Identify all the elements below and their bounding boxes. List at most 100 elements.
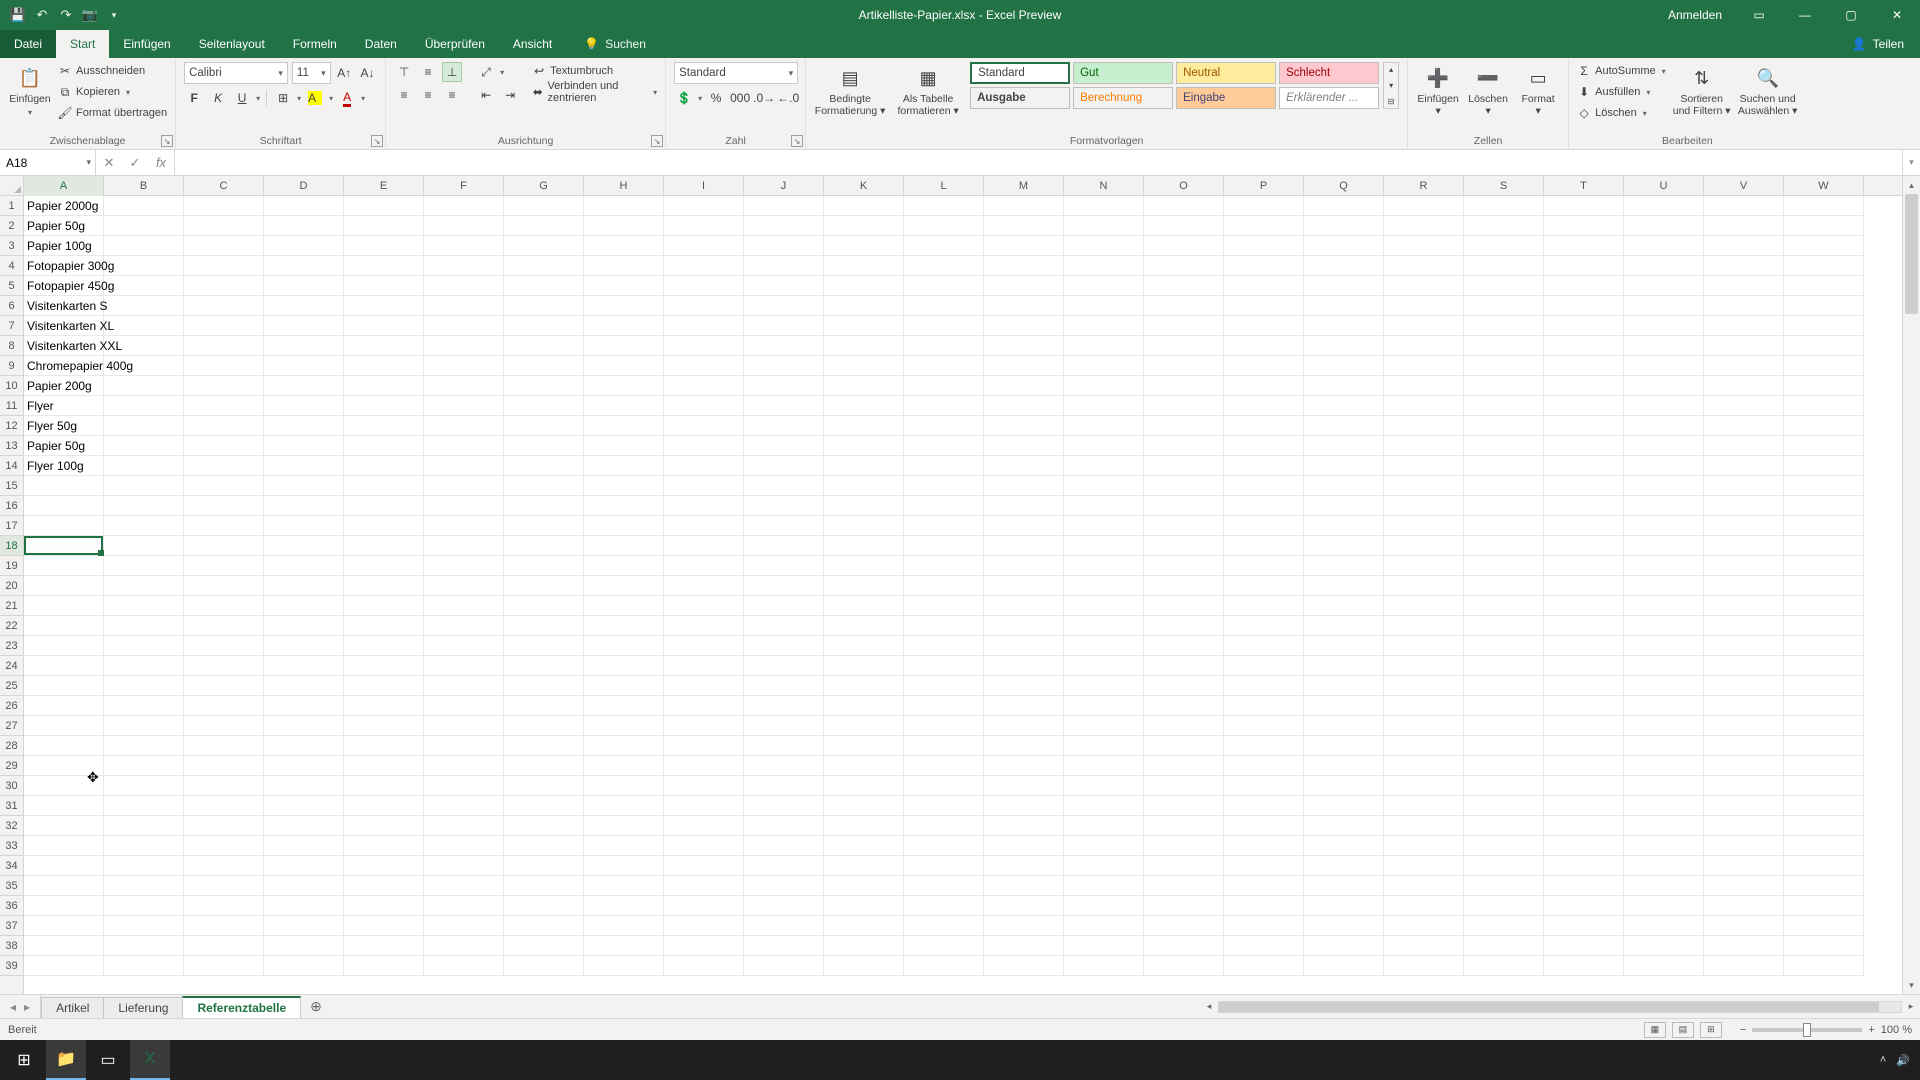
- format-cells-button[interactable]: ▭Format▾: [1516, 62, 1560, 117]
- cell[interactable]: [1384, 736, 1464, 756]
- cell[interactable]: [1144, 776, 1224, 796]
- cell[interactable]: [824, 696, 904, 716]
- cell[interactable]: [1464, 516, 1544, 536]
- cell[interactable]: [744, 616, 824, 636]
- cell[interactable]: [1624, 896, 1704, 916]
- cell[interactable]: [424, 676, 504, 696]
- cell[interactable]: [1704, 956, 1784, 976]
- cell[interactable]: [1304, 316, 1384, 336]
- cell[interactable]: [264, 696, 344, 716]
- column-header[interactable]: M: [984, 176, 1064, 196]
- cell[interactable]: [424, 836, 504, 856]
- cell[interactable]: [184, 736, 264, 756]
- wrap-text-button[interactable]: ↩Textumbruch: [532, 62, 657, 80]
- cell[interactable]: [1624, 336, 1704, 356]
- cell[interactable]: [984, 616, 1064, 636]
- cell[interactable]: [664, 816, 744, 836]
- qat-customize-icon[interactable]: ▾: [106, 7, 122, 23]
- cell[interactable]: [824, 376, 904, 396]
- cell[interactable]: [904, 496, 984, 516]
- cell[interactable]: [1464, 456, 1544, 476]
- cell[interactable]: [424, 376, 504, 396]
- cell[interactable]: [104, 716, 184, 736]
- cell[interactable]: [664, 396, 744, 416]
- cell[interactable]: [1144, 296, 1224, 316]
- cell[interactable]: [504, 276, 584, 296]
- cell[interactable]: [344, 516, 424, 536]
- cell[interactable]: [1224, 396, 1304, 416]
- row-header[interactable]: 17: [0, 516, 23, 536]
- cell[interactable]: [984, 316, 1064, 336]
- cell[interactable]: [664, 676, 744, 696]
- cell[interactable]: [1464, 256, 1544, 276]
- cell[interactable]: [344, 416, 424, 436]
- cell[interactable]: [264, 576, 344, 596]
- cell[interactable]: [984, 336, 1064, 356]
- cell[interactable]: [904, 396, 984, 416]
- row-header[interactable]: 27: [0, 716, 23, 736]
- row-header[interactable]: 28: [0, 736, 23, 756]
- cell[interactable]: [1144, 196, 1224, 216]
- cell[interactable]: [1064, 676, 1144, 696]
- cell[interactable]: [1304, 356, 1384, 376]
- cell[interactable]: [1064, 536, 1144, 556]
- cell[interactable]: [1624, 536, 1704, 556]
- cell[interactable]: [184, 376, 264, 396]
- cell[interactable]: [1304, 496, 1384, 516]
- cell[interactable]: [1704, 456, 1784, 476]
- cell[interactable]: [1624, 476, 1704, 496]
- tab-daten[interactable]: Daten: [351, 30, 411, 58]
- cell[interactable]: [584, 316, 664, 336]
- cell[interactable]: [984, 236, 1064, 256]
- cell[interactable]: [1384, 836, 1464, 856]
- cell[interactable]: [1464, 816, 1544, 836]
- cell[interactable]: [1704, 336, 1784, 356]
- cell[interactable]: [24, 676, 104, 696]
- cell[interactable]: [1304, 776, 1384, 796]
- cell[interactable]: [664, 896, 744, 916]
- cell[interactable]: [504, 216, 584, 236]
- cell[interactable]: [504, 416, 584, 436]
- cell[interactable]: [1624, 696, 1704, 716]
- cell[interactable]: [1704, 776, 1784, 796]
- cell[interactable]: [664, 796, 744, 816]
- cell[interactable]: [744, 516, 824, 536]
- cell[interactable]: [1384, 376, 1464, 396]
- cell[interactable]: [1144, 736, 1224, 756]
- cell[interactable]: [1064, 856, 1144, 876]
- cell[interactable]: [744, 336, 824, 356]
- sort-filter-button[interactable]: ⇅Sortieren und Filtern ▾: [1672, 62, 1732, 117]
- cell[interactable]: [584, 856, 664, 876]
- column-header[interactable]: N: [1064, 176, 1144, 196]
- cell[interactable]: [424, 496, 504, 516]
- cell[interactable]: [1704, 396, 1784, 416]
- cell[interactable]: [504, 296, 584, 316]
- cell[interactable]: [504, 356, 584, 376]
- cell[interactable]: [1224, 616, 1304, 636]
- cell[interactable]: [904, 336, 984, 356]
- cell[interactable]: [1784, 516, 1864, 536]
- cell[interactable]: [664, 296, 744, 316]
- cell[interactable]: [1384, 236, 1464, 256]
- cell[interactable]: [744, 396, 824, 416]
- cell[interactable]: [1784, 376, 1864, 396]
- cell[interactable]: [424, 596, 504, 616]
- cell[interactable]: [984, 396, 1064, 416]
- cell[interactable]: [1704, 656, 1784, 676]
- cell[interactable]: [1624, 936, 1704, 956]
- cell[interactable]: [984, 836, 1064, 856]
- cell[interactable]: [1464, 676, 1544, 696]
- cell[interactable]: [904, 276, 984, 296]
- cell[interactable]: [1704, 416, 1784, 436]
- cell[interactable]: [1064, 516, 1144, 536]
- cell[interactable]: [904, 656, 984, 676]
- cell[interactable]: [584, 396, 664, 416]
- formula-input[interactable]: [175, 150, 1902, 175]
- cell[interactable]: [1624, 416, 1704, 436]
- cell[interactable]: [1624, 916, 1704, 936]
- cell[interactable]: Fotopapier 300g: [24, 256, 104, 276]
- cell[interactable]: [264, 916, 344, 936]
- cell[interactable]: [1544, 336, 1624, 356]
- cell[interactable]: [1304, 696, 1384, 716]
- cell[interactable]: [1144, 216, 1224, 236]
